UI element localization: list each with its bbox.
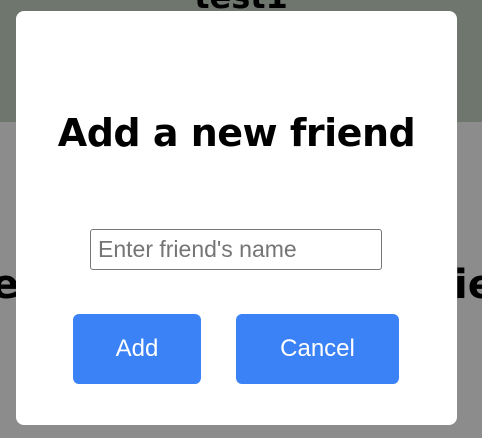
add-friend-modal: Add a new friend Add Cancel <box>16 11 457 425</box>
cancel-button[interactable]: Cancel <box>236 314 399 384</box>
add-button[interactable]: Add <box>73 314 201 384</box>
modal-title: Add a new friend <box>57 111 416 155</box>
friend-name-input[interactable] <box>90 229 382 270</box>
